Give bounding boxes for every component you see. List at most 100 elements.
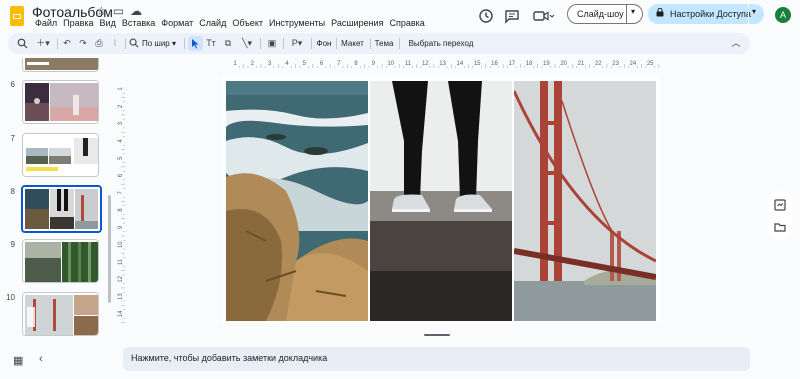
zoom-icon[interactable] — [128, 36, 140, 51]
menu-format[interactable]: Формат — [158, 18, 196, 28]
slide-canvas[interactable] — [222, 76, 660, 323]
menu-insert[interactable]: Вставка — [119, 18, 158, 28]
slides-logo-icon[interactable] — [10, 6, 24, 26]
slide-thumbnail-6[interactable] — [22, 80, 99, 124]
ruler-tick-label: 4 — [285, 61, 289, 67]
ruler-tick-label: 1 — [118, 87, 124, 91]
select-cursor-icon[interactable] — [188, 36, 203, 51]
share-dropdown-icon[interactable]: ▾ — [752, 7, 756, 16]
menu-file[interactable]: Файл — [32, 18, 60, 28]
ruler-tick-label: 14 — [457, 61, 464, 67]
photo-sea-rocks[interactable] — [226, 81, 368, 321]
slideshow-label: Слайд-шоу — [577, 9, 624, 19]
ruler-tick-label: 24 — [630, 61, 637, 67]
menu-help[interactable]: Справка — [386, 18, 427, 28]
slideshow-dropdown-icon[interactable]: ▾ — [631, 7, 635, 16]
filmstrip-scrollbar[interactable] — [108, 195, 111, 303]
ruler-tick-label: 12 — [118, 275, 124, 282]
ruler-tick-label: 8 — [118, 208, 124, 212]
text-box-icon[interactable]: Tт — [204, 36, 218, 51]
ruler-tick-label: 2 — [118, 104, 124, 108]
transition-button[interactable]: Выбрать переход — [403, 36, 479, 51]
collapse-toolbar-icon[interactable]: ︿ — [730, 36, 742, 51]
ruler-tick-label: 14 — [118, 310, 124, 317]
ruler-tick-label: 20 — [560, 61, 567, 67]
ruler-tick-label: 22 — [595, 61, 602, 67]
menu-extensions[interactable]: Расширения — [328, 18, 386, 28]
grid-view-icon[interactable]: ▦ — [13, 354, 23, 367]
notes-resize-handle[interactable] — [424, 334, 450, 336]
ruler-tick-label: 21 — [578, 61, 585, 67]
photo-golden-gate[interactable] — [514, 81, 656, 321]
ruler-tick-label: 2 — [251, 61, 255, 67]
slide-number: 9 — [10, 240, 15, 249]
ruler-tick-label: 4 — [118, 139, 124, 143]
slide-number: 7 — [10, 134, 15, 143]
star-icon[interactable]: ☆ — [96, 4, 107, 18]
ruler-tick-label: 23 — [612, 61, 619, 67]
paint-bucket-icon[interactable]: P▾ — [287, 36, 307, 51]
ruler-tick-label: 3 — [118, 121, 124, 125]
ruler-tick-label: 6 — [118, 173, 124, 177]
meet-icon[interactable] — [533, 8, 555, 24]
ruler-tick-label: 13 — [439, 61, 446, 67]
slide-number: 8 — [10, 187, 15, 196]
redo-icon[interactable]: ↷ — [77, 36, 89, 51]
menu-object[interactable]: Объект — [229, 18, 266, 28]
slide-number: 10 — [6, 293, 15, 302]
paint-format-icon[interactable]: ⌇ — [109, 36, 121, 51]
avatar[interactable]: A — [775, 7, 791, 23]
toolbar: ＋▾ ↶ ↷ ⎙ ⌇ По шир ▾ Tт ⧉ ╲▾ ▣ P▾ Фон Мак… — [8, 33, 750, 54]
slide-thumbnail-5[interactable] — [22, 58, 99, 72]
ruler-tick-label: 16 — [491, 61, 498, 67]
vertical-ruler: 1234567891011121314 — [118, 87, 125, 323]
ruler-tick-label: 5 — [118, 156, 124, 160]
layout-button[interactable]: Макет — [339, 36, 366, 51]
new-slide-icon[interactable]: ＋▾ — [35, 36, 51, 51]
ruler-tick-label: 10 — [118, 241, 124, 248]
ruler-tick-label: 18 — [526, 61, 533, 67]
comments-icon[interactable] — [504, 8, 520, 24]
ruler-tick-label: 1 — [233, 61, 237, 67]
photo-sneakers[interactable] — [370, 81, 512, 321]
move-folder-icon[interactable]: ▭ — [113, 4, 124, 18]
share-button[interactable]: Настройки Доступа ▾ — [648, 4, 764, 24]
ruler-tick-label: 17 — [508, 61, 515, 67]
ruler-tick-label: 11 — [405, 61, 412, 67]
slide-thumbnail-8[interactable] — [21, 185, 102, 233]
menu-bar: Файл Правка Вид Вставка Формат Слайд Объ… — [32, 18, 428, 28]
speaker-notes[interactable]: Нажмите, чтобы добавить заметки докладчи… — [123, 347, 750, 371]
history-icon[interactable] — [478, 8, 494, 24]
ruler-tick-label: 9 — [372, 61, 376, 67]
zoom-select[interactable]: По шир ▾ — [142, 36, 180, 51]
image-shape-icon[interactable]: ⧉ — [221, 36, 235, 51]
ruler-tick-label: 25 — [647, 61, 654, 67]
line-icon[interactable]: ╲▾ — [238, 36, 256, 51]
keep-notes-icon[interactable] — [774, 199, 786, 214]
slide-thumbnail-9[interactable] — [22, 239, 99, 283]
ruler-tick-label: 6 — [320, 61, 324, 67]
ruler-tick-label: 15 — [474, 61, 481, 67]
undo-icon[interactable]: ↶ — [61, 36, 73, 51]
print-icon[interactable]: ⎙ — [93, 36, 105, 51]
slide-thumbnail-10[interactable] — [22, 292, 99, 336]
slideshow-button[interactable]: Слайд-шоу ▾ — [567, 4, 643, 24]
ruler-tick-label: 9 — [118, 225, 124, 229]
cloud-status-icon[interactable]: ☁ — [130, 4, 142, 18]
menu-view[interactable]: Вид — [97, 18, 119, 28]
ruler-tick-label: 12 — [422, 61, 429, 67]
background-button[interactable]: Фон — [314, 36, 334, 51]
theme-button[interactable]: Тема — [373, 36, 395, 51]
menu-edit[interactable]: Правка — [60, 18, 96, 28]
menu-slide[interactable]: Слайд — [196, 18, 229, 28]
menu-tools[interactable]: Инструменты — [266, 18, 328, 28]
ruler-tick-label: 11 — [118, 258, 124, 265]
ruler-tick-label: 13 — [118, 293, 124, 300]
search-menus-icon[interactable] — [16, 36, 28, 51]
collapse-filmstrip-icon[interactable]: ‹ — [39, 353, 43, 365]
comment-add-icon[interactable]: ▣ — [265, 36, 279, 51]
folder-icon[interactable] — [774, 221, 786, 236]
ruler-tick-label: 10 — [387, 61, 394, 67]
zoom-label: По шир — [142, 39, 170, 48]
slide-thumbnail-7[interactable] — [22, 133, 99, 177]
